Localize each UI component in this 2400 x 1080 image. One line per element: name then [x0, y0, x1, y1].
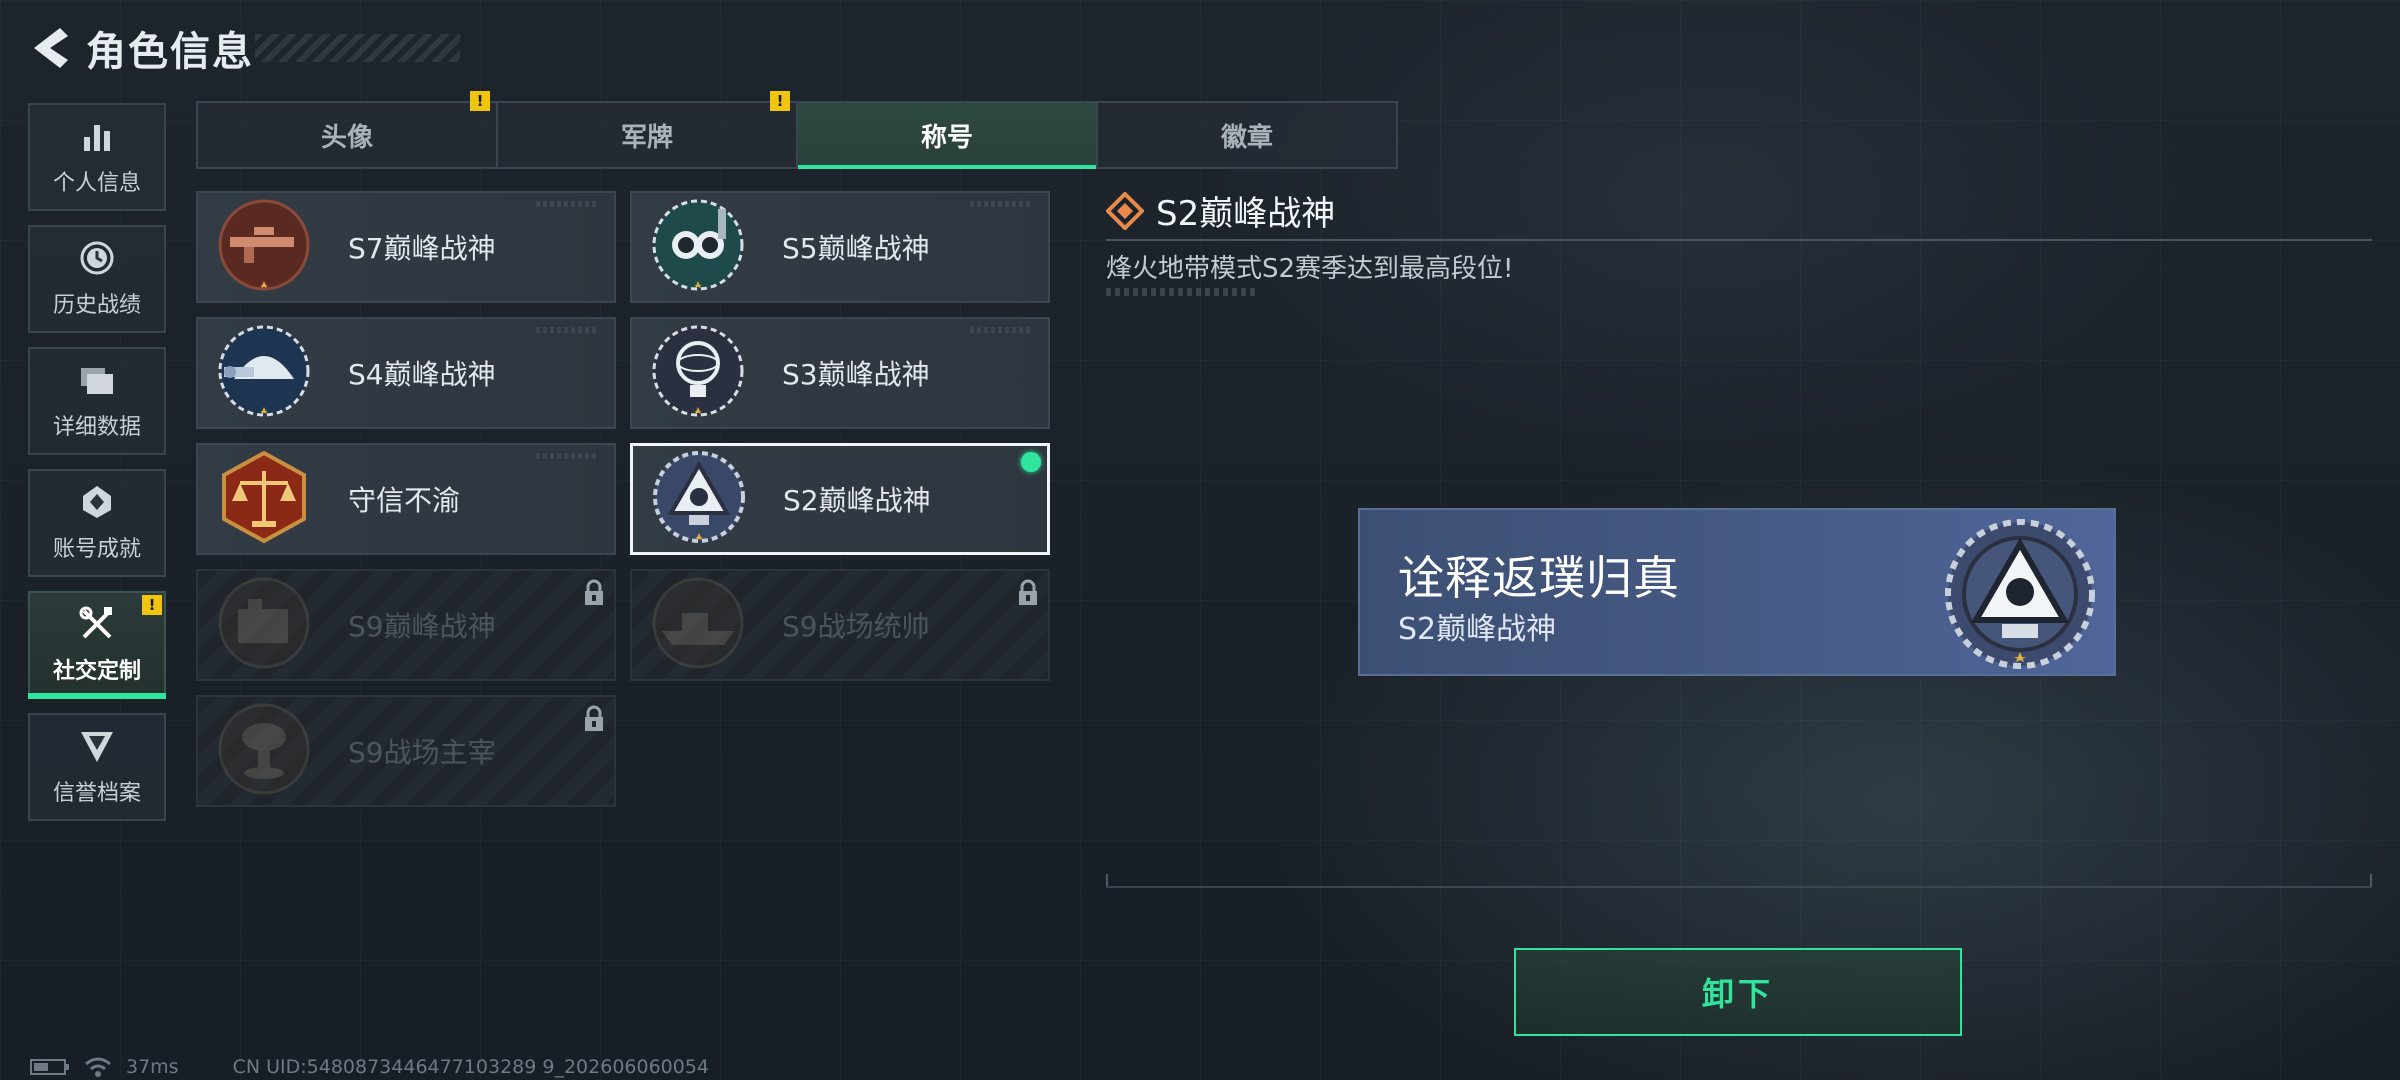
- scales-emblem-icon: [214, 449, 314, 549]
- warning-badge: !: [470, 91, 490, 111]
- sidebar-item-achievements[interactable]: 账号成就: [28, 469, 166, 577]
- sidebar-item-label: 账号成就: [52, 537, 141, 562]
- title-card-s5[interactable]: S5巅峰战神: [630, 191, 1050, 303]
- tab-label: 称号: [920, 122, 973, 153]
- title-card-s4[interactable]: S4巅峰战神: [196, 317, 616, 429]
- card-decoration: [970, 201, 1030, 207]
- card-decoration: [536, 453, 596, 459]
- building-emblem-icon: [214, 575, 314, 675]
- triangle-r-emblem-icon: [1940, 516, 2100, 676]
- tab-avatar[interactable]: 头像 !: [198, 91, 498, 167]
- title-banner-preview: 诠释返璞归真 S2巅峰战神: [1358, 508, 2116, 676]
- sidebar-item-history[interactable]: 历史战绩: [28, 225, 166, 333]
- title-decoration: [255, 34, 460, 62]
- banner-title: S2巅峰战神: [1398, 612, 1557, 647]
- ping-text: 37ms: [126, 1056, 179, 1078]
- tab-dogtag[interactable]: 军牌 !: [498, 91, 798, 167]
- tab-label: 军牌: [620, 122, 673, 153]
- detail-description: 烽火地带模式S2赛季达到最高段位!: [1106, 254, 1514, 284]
- banner-name: 诠释返璞归真: [1398, 551, 1680, 605]
- sidebar-item-label: 信誉档案: [52, 781, 141, 806]
- diver-mask-emblem-icon: [648, 197, 748, 297]
- unequip-button[interactable]: 卸下: [1514, 948, 1962, 1036]
- sidebar-item-details[interactable]: 详细数据: [28, 347, 166, 455]
- title-card-label: S9巅峰战神: [348, 610, 496, 643]
- detail-title: S2巅峰战神: [1156, 194, 1336, 234]
- warning-badge: !: [142, 595, 162, 615]
- lock-icon: [1016, 579, 1040, 607]
- page-title: 角色信息: [86, 29, 254, 75]
- title-card-s3[interactable]: S3巅峰战神: [630, 317, 1050, 429]
- wifi-icon: [85, 1057, 111, 1077]
- title-card-label: S5巅峰战神: [782, 232, 930, 265]
- sidebar-item-social-custom[interactable]: ! 社交定制: [28, 591, 166, 699]
- header: 角色信息: [28, 22, 254, 75]
- tab-label: 头像: [320, 122, 373, 153]
- card-decoration: [536, 327, 596, 333]
- battery-icon: [30, 1059, 69, 1075]
- tools-icon: [78, 605, 116, 643]
- title-card-s2[interactable]: S2巅峰战神: [630, 443, 1050, 555]
- title-card-label: S4巅峰战神: [348, 358, 496, 391]
- back-arrow-icon: [34, 28, 68, 68]
- title-card-s9-commander[interactable]: S9战场统帅: [630, 569, 1050, 681]
- helmet-emblem-icon: [214, 323, 314, 423]
- sidebar-item-label: 个人信息: [52, 171, 141, 196]
- sidebar-item-label: 社交定制: [52, 659, 141, 684]
- status-bar: 37ms CN UID:5480873446477103289 9_202606…: [30, 1056, 709, 1078]
- sidebar-item-personal-info[interactable]: 个人信息: [28, 103, 166, 211]
- folders-icon: [78, 361, 116, 399]
- card-decoration: [970, 327, 1030, 333]
- title-card-label: S9战场主宰: [348, 736, 496, 769]
- card-decoration: [536, 201, 596, 207]
- sidebar-item-reputation[interactable]: 信誉档案: [28, 713, 166, 821]
- warning-badge: !: [770, 91, 790, 111]
- detail-header: S2巅峰战神: [1106, 186, 1335, 235]
- warship-emblem-icon: [648, 575, 748, 675]
- tab-badge[interactable]: 徽章: [1098, 103, 1396, 167]
- diamond-icon: [1106, 191, 1144, 230]
- lock-icon: [582, 579, 606, 607]
- lock-icon: [582, 705, 606, 733]
- title-card-s7[interactable]: S7巅峰战神: [196, 191, 616, 303]
- title-card-keep-faith[interactable]: 守信不渝: [196, 443, 616, 555]
- tab-title[interactable]: 称号: [798, 103, 1098, 169]
- frame-line: [1106, 886, 2372, 888]
- title-card-label: S9战场统帅: [782, 610, 930, 643]
- bar-chart-icon: [78, 117, 116, 155]
- uid-text: CN UID:5480873446477103289 9_20260606005…: [232, 1056, 710, 1078]
- tab-label: 徽章: [1220, 122, 1273, 153]
- sidebar: 个人信息 历史战绩 详细数据 账号成就 ! 社交定制 信誉档案: [28, 103, 166, 835]
- equipped-indicator: [1021, 452, 1041, 472]
- shield-v-icon: [78, 727, 116, 765]
- sidebar-item-label: 历史战绩: [52, 293, 141, 318]
- triangle-r-emblem-icon: [649, 449, 749, 549]
- title-card-label: S7巅峰战神: [348, 232, 496, 265]
- sniper-rifle-emblem-icon: [214, 197, 314, 297]
- sidebar-item-label: 详细数据: [52, 415, 141, 440]
- globe-trophy-emblem-icon: [648, 323, 748, 423]
- tab-bar: 头像 ! 军牌 ! 称号 徽章: [196, 91, 1398, 169]
- achievement-icon: [78, 483, 116, 521]
- mushroom-cloud-emblem-icon: [214, 701, 314, 801]
- title-card-s9-peak[interactable]: S9巅峰战神: [196, 569, 616, 681]
- title-card-label: S2巅峰战神: [783, 484, 931, 517]
- clock-icon: [78, 239, 116, 277]
- title-card-label: 守信不渝: [348, 484, 461, 517]
- title-card-s9-dominator[interactable]: S9战场主宰: [196, 695, 616, 807]
- divider: [1106, 239, 2372, 241]
- back-button[interactable]: [28, 24, 72, 72]
- title-card-label: S3巅峰战神: [782, 358, 930, 391]
- detail-decoration: [1106, 288, 1256, 296]
